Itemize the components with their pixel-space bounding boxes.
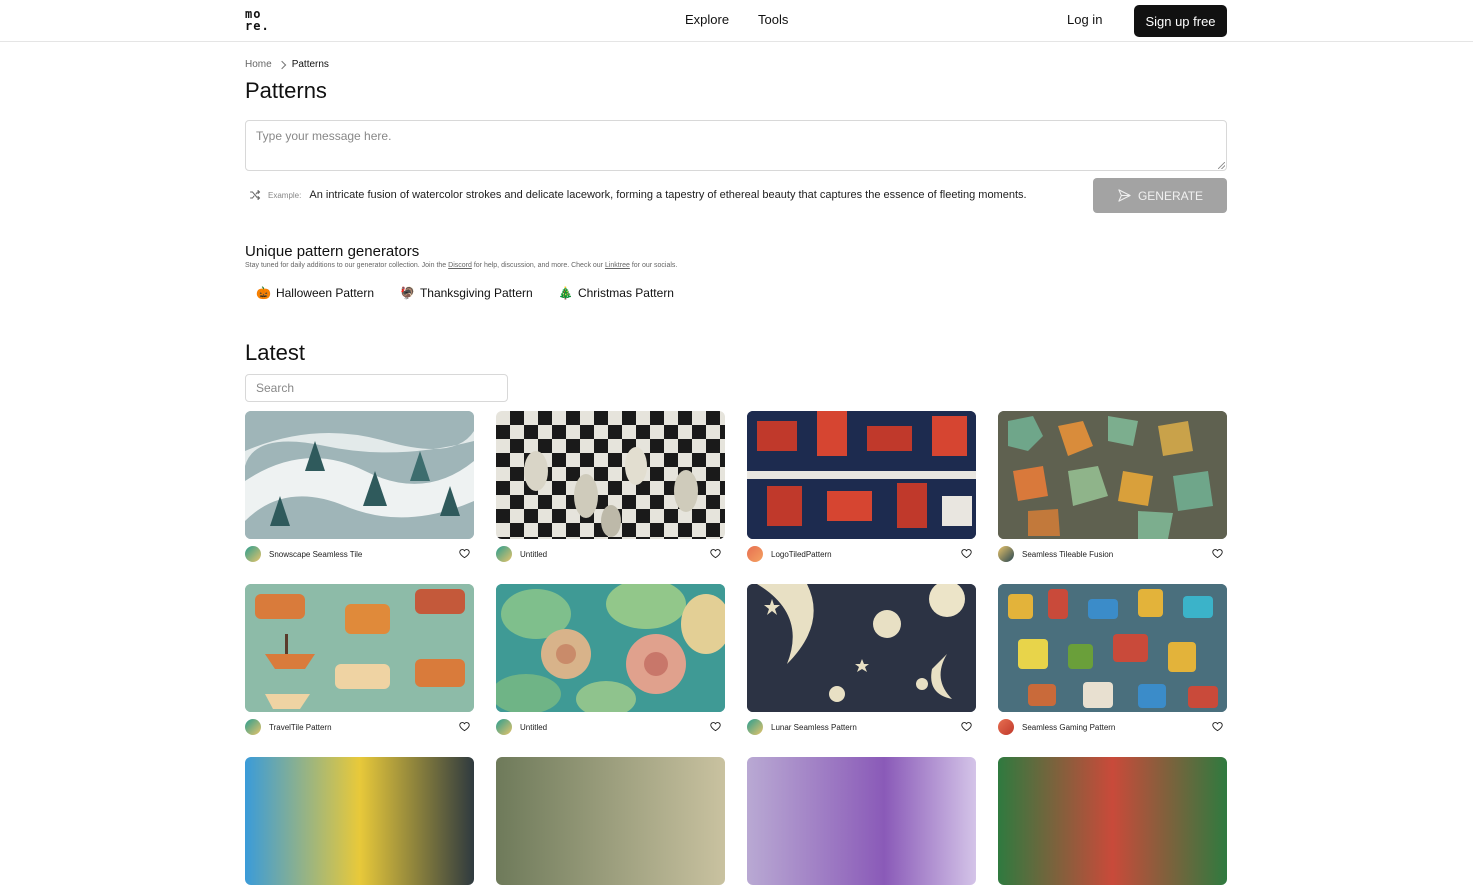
generator-thanksgiving[interactable]: 🦃 Thanksgiving Pattern — [400, 286, 533, 300]
pattern-card[interactable] — [747, 757, 976, 885]
avatar[interactable] — [747, 719, 763, 735]
pattern-thumbnail[interactable] — [496, 757, 725, 885]
generators-subtitle: Stay tuned for daily additions to our ge… — [245, 262, 677, 269]
heart-icon[interactable] — [961, 548, 972, 559]
signup-button[interactable]: Sign up free — [1134, 5, 1227, 37]
nav-explore[interactable]: Explore — [685, 12, 729, 27]
pattern-thumbnail[interactable] — [998, 757, 1227, 885]
pattern-name[interactable]: TravelTile Pattern — [269, 723, 332, 732]
pattern-card[interactable]: TravelTile Pattern — [245, 584, 474, 736]
generator-label: Thanksgiving Pattern — [419, 286, 533, 300]
latest-title: Latest — [245, 340, 305, 365]
turkey-icon: 🦃 — [400, 286, 415, 300]
subtitle-text: Stay tuned for daily additions to our ge… — [245, 262, 447, 269]
breadcrumb: Home Patterns — [245, 59, 329, 70]
search-input[interactable] — [245, 374, 508, 402]
pattern-thumbnail[interactable] — [496, 584, 725, 712]
generate-button[interactable]: GENERATE — [1093, 178, 1227, 213]
avatar[interactable] — [747, 546, 763, 562]
subtitle-text: for our socials. — [631, 262, 678, 269]
breadcrumb-home[interactable]: Home — [245, 59, 272, 70]
pattern-thumbnail[interactable] — [747, 584, 976, 712]
send-icon — [1118, 189, 1131, 202]
example-label: Example: — [268, 190, 302, 200]
generator-label: Halloween Pattern — [275, 286, 375, 300]
discord-link[interactable]: Discord — [448, 262, 472, 269]
pattern-card[interactable]: Seamless Tileable Fusion — [998, 411, 1227, 563]
linktree-link[interactable]: Linktree — [605, 262, 630, 269]
generator-christmas[interactable]: 🎄 Christmas Pattern — [558, 286, 674, 300]
pattern-thumbnail[interactable] — [747, 411, 976, 539]
login-link[interactable]: Log in — [1067, 12, 1102, 27]
pattern-card[interactable]: Untitled — [496, 411, 725, 563]
heart-icon[interactable] — [710, 721, 721, 732]
pattern-thumbnail[interactable] — [245, 584, 474, 712]
heart-icon[interactable] — [1212, 721, 1223, 732]
subtitle-text: for help, discussion, and more. Check ou… — [473, 262, 604, 269]
pattern-card[interactable]: Untitled — [496, 584, 725, 736]
avatar[interactable] — [998, 719, 1014, 735]
card-meta: LogoTiledPattern — [747, 545, 976, 563]
card-meta: Seamless Gaming Pattern — [998, 718, 1227, 736]
page-title: Patterns — [245, 78, 327, 103]
pattern-card[interactable]: LogoTiledPattern — [747, 411, 976, 563]
heart-icon[interactable] — [459, 721, 470, 732]
generate-label: GENERATE — [1137, 188, 1204, 203]
pattern-name[interactable]: Untitled — [520, 550, 547, 559]
avatar[interactable] — [998, 546, 1014, 562]
pattern-card[interactable]: Lunar Seamless Pattern — [747, 584, 976, 736]
pattern-name[interactable]: Seamless Gaming Pattern — [1022, 723, 1115, 732]
generator-halloween[interactable]: 🎃 Halloween Pattern — [256, 286, 374, 300]
example-prompt: Example: An intricate fusion of watercol… — [249, 189, 1027, 201]
pattern-name[interactable]: Seamless Tileable Fusion — [1022, 550, 1113, 559]
pattern-name[interactable]: Untitled — [520, 723, 547, 732]
avatar[interactable] — [496, 719, 512, 735]
shuffle-icon[interactable] — [249, 189, 261, 201]
pattern-thumbnail[interactable] — [998, 411, 1227, 539]
card-meta: Untitled — [496, 545, 725, 563]
pattern-name[interactable]: Snowscape Seamless Tile — [269, 550, 362, 559]
nav-tools[interactable]: Tools — [758, 12, 788, 27]
card-meta: Lunar Seamless Pattern — [747, 718, 976, 736]
pattern-thumbnail[interactable] — [496, 411, 725, 539]
pattern-card[interactable]: Seamless Gaming Pattern — [998, 584, 1227, 736]
card-meta: Snowscape Seamless Tile — [245, 545, 474, 563]
pattern-name[interactable]: Lunar Seamless Pattern — [771, 723, 857, 732]
generator-label: Christmas Pattern — [577, 286, 674, 300]
pattern-name[interactable]: LogoTiledPattern — [771, 550, 832, 559]
christmas-tree-icon: 🎄 — [558, 286, 573, 300]
message-input[interactable] — [245, 120, 1227, 171]
pattern-thumbnail[interactable] — [245, 757, 474, 885]
pattern-thumbnail[interactable] — [747, 757, 976, 885]
pattern-card[interactable] — [998, 757, 1227, 885]
breadcrumb-current: Patterns — [291, 59, 329, 70]
heart-icon[interactable] — [1212, 548, 1223, 559]
card-meta: Seamless Tileable Fusion — [998, 545, 1227, 563]
pattern-card[interactable] — [496, 757, 725, 885]
chevron-right-icon — [277, 60, 286, 69]
example-text[interactable]: An intricate fusion of watercolor stroke… — [309, 189, 1026, 201]
card-meta: Untitled — [496, 718, 725, 736]
logo[interactable]: mo re. — [245, 8, 271, 32]
heart-icon[interactable] — [459, 548, 470, 559]
pattern-card[interactable] — [245, 757, 474, 885]
top-navigation-bar: mo re. Explore Tools Log in Sign up free — [0, 0, 1473, 42]
resize-handle[interactable] — [1218, 162, 1225, 169]
heart-icon[interactable] — [961, 721, 972, 732]
pattern-thumbnail[interactable] — [245, 411, 474, 539]
avatar[interactable] — [245, 546, 261, 562]
pattern-thumbnail[interactable] — [998, 584, 1227, 712]
avatar[interactable] — [245, 719, 261, 735]
pattern-card[interactable]: Snowscape Seamless Tile — [245, 411, 474, 563]
pumpkin-icon: 🎃 — [256, 286, 271, 300]
heart-icon[interactable] — [710, 548, 721, 559]
card-meta: TravelTile Pattern — [245, 718, 474, 736]
generators-title: Unique pattern generators — [245, 243, 420, 260]
avatar[interactable] — [496, 546, 512, 562]
